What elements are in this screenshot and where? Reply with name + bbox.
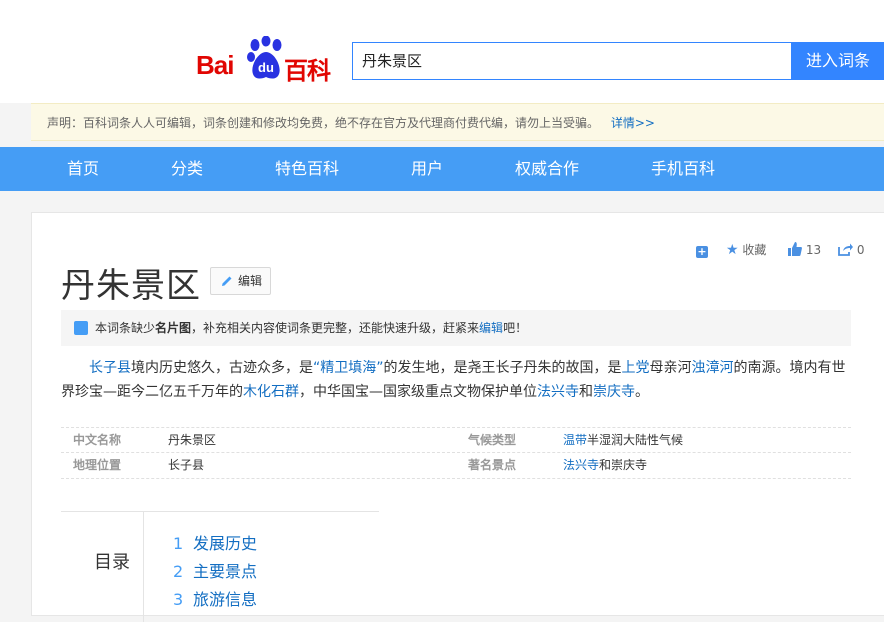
share-count: 0 <box>856 243 865 257</box>
info-value-text: 半湿润大陆性气候 <box>587 433 684 447</box>
toc-number: 1 <box>173 534 184 553</box>
disclaimer-details-link[interactable]: 详情>> <box>611 116 655 130</box>
toc-header: 目录 <box>61 512 144 622</box>
tip-prefix: 本词条缺少 <box>95 321 156 335</box>
toc-item[interactable]: 1 发展历史 <box>173 530 257 554</box>
collect-label: 收藏 <box>742 243 767 257</box>
logo-du-text: du <box>258 60 274 75</box>
info-value: 温带半湿润大陆性气候 <box>563 428 683 452</box>
toc-title: 目录 <box>94 552 130 573</box>
tip-text: 本词条缺少名片图，补充相关内容使词条更完整，还能快速升级，赶紧来编辑吧！ <box>95 310 527 346</box>
link-petrified-wood[interactable]: 木化石群 <box>243 384 299 400</box>
plus-icon: + <box>696 245 708 258</box>
nav-item-category[interactable]: 分类 <box>171 147 203 191</box>
info-label: 中文名称 <box>73 433 122 447</box>
tip-edit-link[interactable]: 编辑 <box>479 321 503 335</box>
edit-tip-icon <box>74 321 88 335</box>
toc-label: 主要景点 <box>193 562 258 581</box>
link-chongqing-temple[interactable]: 崇庆寺 <box>593 384 635 400</box>
link-faxing-temple-info[interactable]: 法兴寺 <box>563 458 599 472</box>
collect-button[interactable]: ★ 收藏 <box>726 242 766 258</box>
nav-item-users[interactable]: 用户 <box>411 147 443 191</box>
paw-icon: du <box>247 36 282 79</box>
nav-item-featured[interactable]: 特色百科 <box>275 147 339 191</box>
summary-text: 境内历史悠久，古迹众多，是 <box>131 360 313 376</box>
tip-suffix: 吧！ <box>503 321 528 335</box>
link-faxing-temple[interactable]: 法兴寺 <box>537 384 579 400</box>
table-of-contents: 目录 1 发展历史 2 主要景点 3 旅游信息 <box>61 511 379 622</box>
action-bar: + ★ 收藏 13 0 <box>696 242 866 258</box>
header: Bai du 百科 丹朱景区 进入词条 <box>0 10 884 103</box>
disclaimer-notice: 声明：百科词条人人可编辑，词条创建和修改均免费，绝不存在官方及代理商付费代编，请… <box>31 103 884 141</box>
logo-baike-text: 百科 <box>284 58 331 85</box>
toc-item[interactable]: 2 主要景点 <box>173 558 257 582</box>
search-input[interactable]: 丹朱景区 <box>352 42 792 80</box>
page-title: 丹朱景区 <box>61 266 201 306</box>
main-nav: 首页 分类 特色百科 用户 权威合作 手机百科 <box>0 147 884 191</box>
info-row: 地理位置 长子县 著名景点 法兴寺和崇庆寺 <box>61 453 851 479</box>
link-zhuozhang-river[interactable]: 浊漳河 <box>692 360 734 376</box>
info-value: 长子县 <box>168 458 205 472</box>
link-shangdang[interactable]: 上党 <box>622 360 650 376</box>
baidu-baike-logo[interactable]: Bai du 百科 <box>196 36 336 85</box>
summary-text: 。 <box>635 384 649 400</box>
summary-paragraph: 长子县境内历史悠久，古迹众多，是“精卫填海”的发生地，是尧王长子丹朱的故国，是上… <box>61 356 851 404</box>
basic-info-table: 中文名称 丹朱景区 气候类型 温带半湿润大陆性气候 地理位置 长子县 著名景点 … <box>61 427 851 479</box>
toc-item[interactable]: 3 旅游信息 <box>173 586 257 610</box>
summary-text: ，中华国宝—国家级重点文物保护单位 <box>299 384 537 400</box>
info-row: 中文名称 丹朱景区 气候类型 温带半湿润大陆性气候 <box>61 427 851 453</box>
info-value: 丹朱景区 <box>168 433 217 447</box>
toc-number: 2 <box>173 562 184 581</box>
nav-item-home[interactable]: 首页 <box>67 147 99 191</box>
edit-label: 编辑 <box>238 274 263 288</box>
add-button[interactable]: + <box>696 242 708 258</box>
info-label: 气候类型 <box>468 433 517 447</box>
info-label: 著名景点 <box>468 458 517 472</box>
tip-bold: 名片图 <box>155 321 192 335</box>
missing-image-tip: 本词条缺少名片图，补充相关内容使词条更完整，还能快速升级，赶紧来编辑吧！ <box>61 310 851 346</box>
nav-item-partners[interactable]: 权威合作 <box>515 147 579 191</box>
toc-number: 3 <box>173 590 184 609</box>
nav-item-mobile[interactable]: 手机百科 <box>651 147 715 191</box>
thumbs-up-icon <box>788 242 802 256</box>
share-icon <box>838 243 853 256</box>
toc-label: 旅游信息 <box>193 590 258 609</box>
enter-entry-button[interactable]: 进入词条 <box>792 42 884 80</box>
logo-bai-text: Bai <box>196 50 234 80</box>
summary-text: 和 <box>579 384 593 400</box>
like-count: 13 <box>805 243 822 257</box>
tip-middle: ，补充相关内容使词条更完整，还能快速升级，赶紧来 <box>191 321 480 335</box>
link-changzi-county[interactable]: 长子县 <box>89 360 131 376</box>
edit-button[interactable]: 编辑 <box>210 267 271 295</box>
toc-label: 发展历史 <box>193 534 258 553</box>
link-temperate[interactable]: 温带 <box>563 433 587 447</box>
like-button[interactable]: 13 <box>788 242 821 258</box>
star-icon: ★ <box>726 242 739 258</box>
article-card: + ★ 收藏 13 0 丹朱景区 编辑 本词条缺少名片图，补充相关内容使词条更完… <box>31 212 884 622</box>
info-value: 法兴寺和崇庆寺 <box>563 453 647 477</box>
info-value-text: 和崇庆寺 <box>599 458 648 472</box>
share-button[interactable]: 0 <box>838 242 864 258</box>
link-jingwei[interactable]: “精卫填海” <box>313 360 384 376</box>
summary-text: 的发生地，是尧王长子丹朱的故国，是 <box>383 360 622 376</box>
pencil-icon <box>222 276 232 286</box>
disclaimer-text: 声明：百科词条人人可编辑，词条创建和修改均免费，绝不存在官方及代理商付费代编，请… <box>47 116 600 130</box>
info-label: 地理位置 <box>73 458 122 472</box>
summary-text: 母亲河 <box>649 360 692 376</box>
